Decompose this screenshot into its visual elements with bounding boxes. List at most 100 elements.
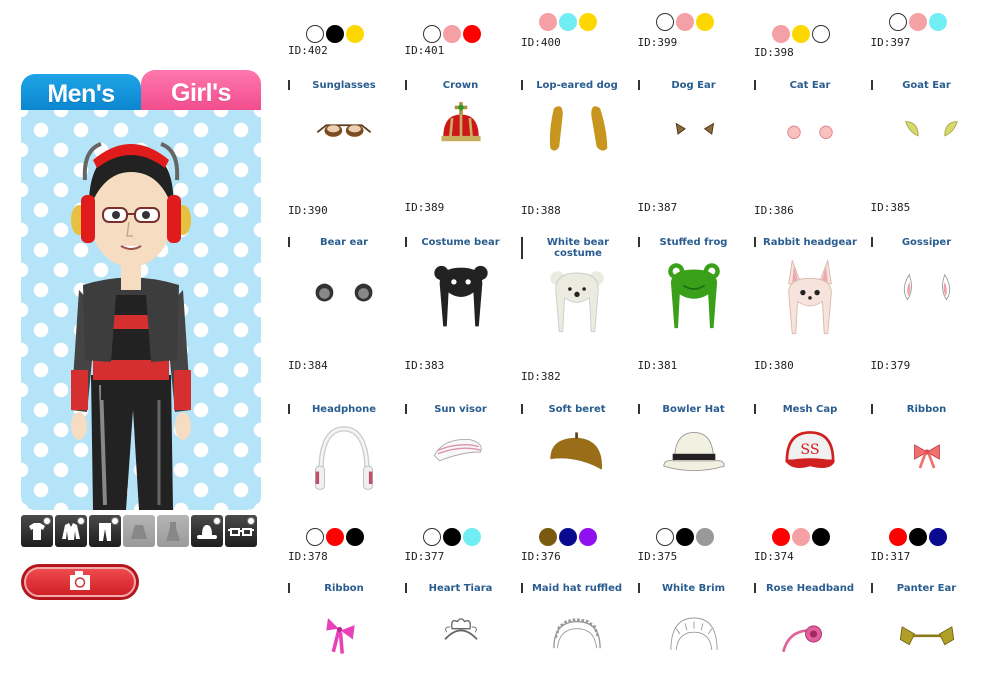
item-card[interactable]: ID:374 Rose Headband — [752, 520, 868, 700]
color-swatch[interactable] — [462, 25, 481, 43]
bearblack-item-icon[interactable] — [411, 257, 511, 337]
maid-item-icon[interactable] — [527, 602, 627, 682]
item-card[interactable]: ID:387 Stuffed frog — [636, 195, 752, 375]
color-swatch[interactable] — [695, 13, 714, 31]
dogear-item-icon[interactable] — [644, 95, 744, 175]
color-swatch[interactable] — [422, 528, 441, 546]
color-swatch[interactable] — [442, 25, 461, 43]
bearear-item-icon[interactable] — [294, 257, 394, 337]
color-swatch[interactable] — [579, 13, 597, 31]
item-name[interactable]: Mesh Cap — [754, 404, 866, 415]
bowler-item-icon[interactable] — [644, 420, 744, 500]
color-swatch[interactable] — [908, 528, 927, 546]
goatear-item-icon[interactable] — [877, 95, 977, 175]
color-swatch[interactable] — [675, 528, 694, 546]
rabbit-item-icon[interactable] — [760, 257, 860, 337]
cap-item-icon[interactable]: SS — [760, 420, 860, 500]
item-name[interactable]: Stuffed frog — [638, 237, 750, 248]
panter-item-icon[interactable] — [877, 602, 977, 682]
lop-item-icon[interactable] — [527, 95, 627, 175]
item-card[interactable]: ID:400 Lop-eared dog — [519, 0, 635, 180]
category-jackets-button[interactable] — [55, 515, 87, 547]
color-swatch[interactable] — [812, 528, 830, 546]
category-glasses-button[interactable] — [225, 515, 257, 547]
color-swatch[interactable] — [792, 528, 810, 546]
item-card[interactable]: ID:397 Goat Ear — [869, 0, 985, 180]
item-name[interactable]: Rose Headband — [754, 583, 866, 594]
rose-item-icon[interactable] — [760, 602, 860, 682]
item-card[interactable]: ID:377 Heart Tiara — [403, 520, 519, 700]
item-name[interactable]: Panter Ear — [871, 583, 983, 594]
color-swatch[interactable] — [306, 528, 324, 546]
ribbonpink-item-icon[interactable] — [294, 602, 394, 682]
screenshot-button[interactable] — [21, 564, 139, 600]
item-card[interactable]: ID:398 Cat Ear — [752, 0, 868, 180]
color-swatch[interactable] — [442, 528, 461, 546]
color-swatch[interactable] — [888, 528, 907, 546]
item-card[interactable]: ID:402 Sunglasses — [286, 0, 402, 180]
item-card[interactable]: ID:388 White bear costume — [519, 195, 635, 375]
visor-item-icon[interactable] — [411, 420, 511, 500]
gossiper-item-icon[interactable] — [877, 257, 977, 337]
item-name[interactable]: Ribbon — [288, 583, 400, 594]
color-swatch[interactable] — [772, 25, 790, 43]
category-tops-button[interactable] — [21, 515, 53, 547]
item-card[interactable]: ID:381 Bowler Hat — [636, 355, 752, 535]
category-hats-button[interactable] — [191, 515, 223, 547]
color-swatch[interactable] — [559, 528, 577, 546]
bearwhite-item-icon[interactable] — [527, 257, 627, 337]
color-swatch[interactable] — [559, 13, 577, 31]
color-swatch[interactable] — [675, 13, 694, 31]
item-name[interactable]: Soft beret — [521, 404, 633, 415]
category-skirts-button[interactable] — [123, 515, 155, 547]
item-card[interactable]: ID:375 White Brim — [636, 520, 752, 700]
category-bottoms-button[interactable] — [89, 515, 121, 547]
item-card[interactable]: ID:384 Headphone — [286, 355, 402, 535]
ribbonred-item-icon[interactable] — [877, 420, 977, 500]
headphone-item-icon[interactable] — [294, 420, 394, 500]
item-name[interactable]: Gossiper — [871, 237, 983, 248]
item-card[interactable]: ID:389 Costume bear — [403, 195, 519, 375]
color-swatch[interactable] — [812, 25, 830, 43]
color-swatch[interactable] — [908, 13, 927, 31]
item-name[interactable]: Goat Ear — [871, 80, 983, 91]
color-swatch[interactable] — [655, 528, 674, 546]
item-card[interactable]: ID:382 Soft beret — [519, 355, 635, 535]
item-name[interactable]: White Brim — [638, 583, 750, 594]
catear-item-icon[interactable] — [760, 95, 860, 175]
frog-item-icon[interactable] — [644, 257, 744, 337]
color-swatch[interactable] — [928, 13, 947, 31]
color-swatch[interactable] — [655, 13, 674, 31]
item-name[interactable]: Ribbon — [871, 404, 983, 415]
color-swatch[interactable] — [579, 528, 597, 546]
brim-item-icon[interactable] — [644, 602, 744, 682]
item-card[interactable]: ID:383 Sun visor — [403, 355, 519, 535]
item-name[interactable]: Headphone — [288, 404, 400, 415]
category-dresses-button[interactable] — [157, 515, 189, 547]
color-swatch[interactable] — [539, 13, 557, 31]
item-card[interactable]: ID:376 Maid hat ruffled — [519, 520, 635, 700]
color-swatch[interactable] — [772, 528, 790, 546]
item-card[interactable]: ID:386 Rabbit headgear — [752, 195, 868, 375]
color-swatch[interactable] — [539, 528, 557, 546]
color-swatch[interactable] — [462, 528, 481, 546]
color-swatch[interactable] — [346, 528, 364, 546]
color-swatch[interactable] — [928, 528, 947, 546]
item-card[interactable]: ID:317 Panter Ear — [869, 520, 985, 700]
color-swatch[interactable] — [792, 25, 810, 43]
color-swatch[interactable] — [888, 13, 907, 31]
item-name[interactable]: Maid hat ruffled — [521, 583, 633, 594]
color-swatch[interactable] — [326, 528, 344, 546]
color-swatch[interactable] — [695, 528, 714, 546]
sunglasses-item-icon[interactable] — [294, 95, 394, 175]
item-card[interactable]: ID:385 Gossiper — [869, 195, 985, 375]
item-name[interactable]: Bear ear — [288, 237, 400, 248]
color-swatch[interactable] — [346, 25, 364, 43]
crown-item-icon[interactable] — [411, 95, 511, 175]
item-card[interactable]: ID:390 Bear ear — [286, 195, 402, 375]
color-swatch[interactable] — [422, 25, 441, 43]
tab-girls[interactable]: Girl's — [141, 70, 261, 110]
item-name[interactable]: Sunglasses — [288, 80, 400, 91]
item-name[interactable]: Bowler Hat — [638, 404, 750, 415]
color-swatch[interactable] — [326, 25, 344, 43]
